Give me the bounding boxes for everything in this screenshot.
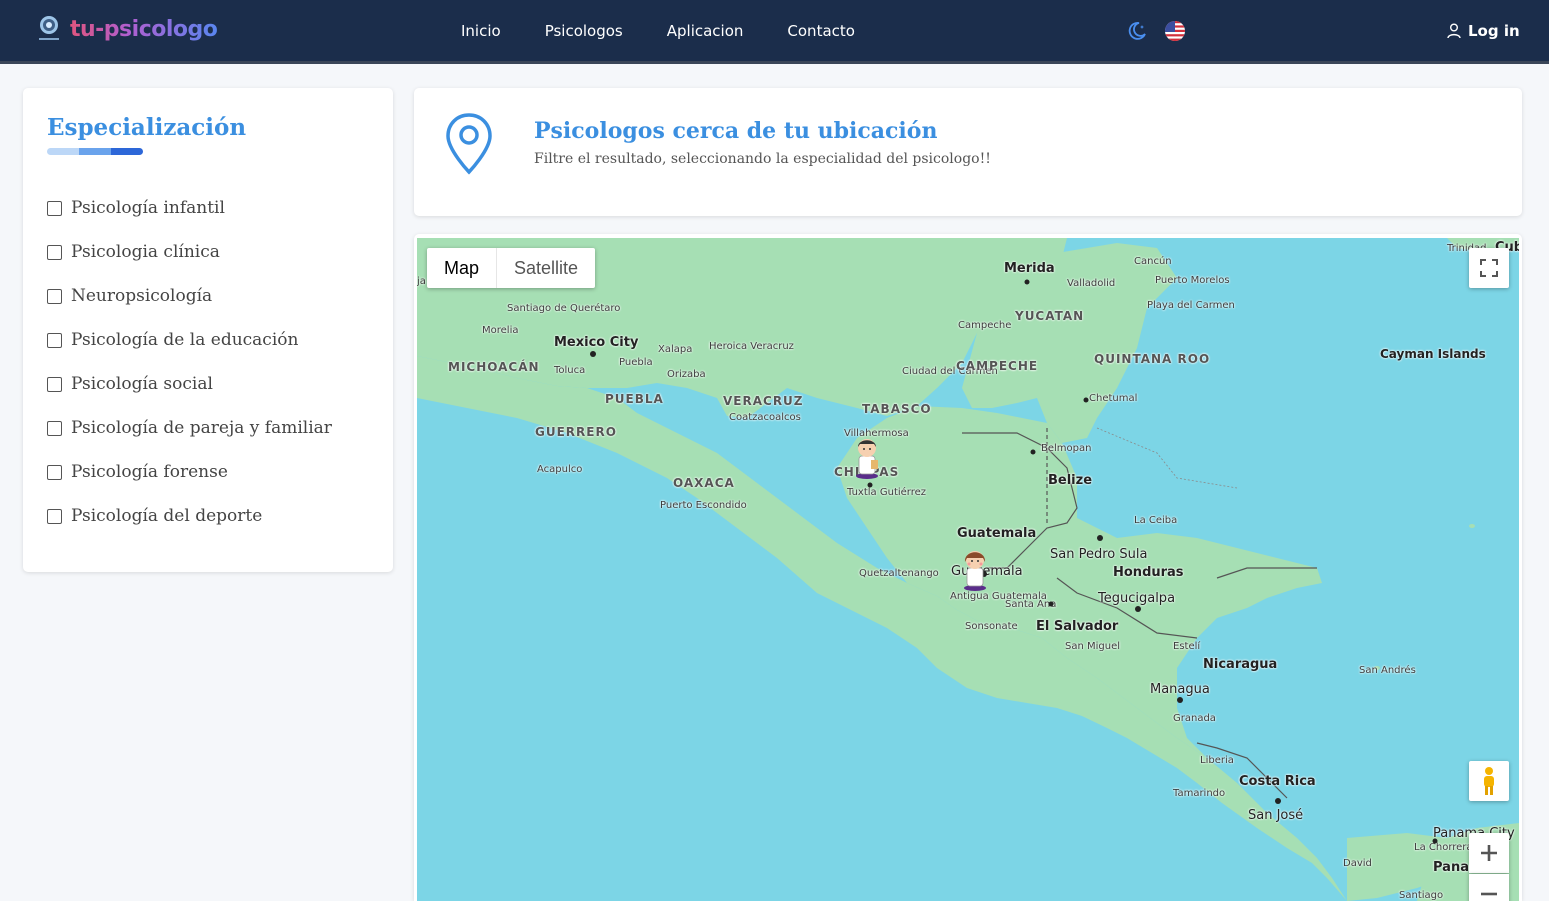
filter-checkbox[interactable]	[47, 508, 62, 524]
location-header-card: Psicologos cerca de tu ubicación Filtre …	[414, 88, 1522, 216]
brand-name: tu-psicologo	[70, 16, 218, 42]
moon-icon[interactable]	[1127, 21, 1147, 41]
us-flag-icon[interactable]	[1165, 21, 1185, 41]
filter-item[interactable]: Neuropsicología	[47, 286, 212, 306]
filter-checkbox[interactable]	[47, 420, 62, 436]
pegman-icon[interactable]	[1469, 761, 1509, 801]
brand-logo-icon	[36, 14, 62, 44]
filter-label: Psicología infantil	[71, 198, 225, 218]
filter-item[interactable]: Psicología forense	[47, 462, 228, 482]
filter-label: Neuropsicología	[71, 286, 213, 306]
location-pin-icon	[445, 112, 493, 181]
nav-links: Inicio Psicologos Aplicacion Contacto	[461, 22, 899, 40]
specialization-title: Especialización	[47, 114, 247, 141]
filter-label: Psicología del deporte	[71, 506, 263, 526]
nav-link-aplicacion[interactable]: Aplicacion	[667, 22, 744, 40]
filter-item[interactable]: Psicología infantil	[47, 198, 225, 218]
nav-link-inicio[interactable]: Inicio	[461, 22, 501, 40]
psychologist-marker[interactable]	[850, 434, 884, 480]
map-type-map-button[interactable]: Map	[427, 248, 496, 288]
page-title: Psicologos cerca de tu ubicación	[534, 118, 938, 144]
login-label: Log in	[1468, 22, 1520, 40]
psychologist-marker[interactable]	[958, 546, 992, 592]
zoom-in-icon[interactable]	[1469, 833, 1509, 873]
title-underline	[47, 148, 143, 155]
nav-link-contacto[interactable]: Contacto	[787, 22, 855, 40]
filter-checkbox[interactable]	[47, 332, 62, 348]
fullscreen-icon[interactable]	[1469, 248, 1509, 288]
specialization-panel: Especialización Psicología infantil Psic…	[23, 88, 393, 572]
map-type-satellite-button[interactable]: Satellite	[496, 248, 595, 288]
filter-label: Psicología forense	[71, 462, 228, 482]
filter-checkbox[interactable]	[47, 200, 62, 216]
filter-item[interactable]: Psicología de la educación	[47, 330, 298, 350]
navbar: tu-psicologo Inicio Psicologos Aplicacio…	[0, 0, 1549, 64]
filter-item[interactable]: Psicología de pareja y familiar	[47, 418, 332, 438]
filter-checkbox[interactable]	[47, 244, 62, 260]
filter-item[interactable]: Psicología del deporte	[47, 506, 262, 526]
page-subtitle: Filtre el resultado, seleccionando la es…	[534, 151, 991, 167]
brand[interactable]: tu-psicologo	[36, 14, 218, 44]
filter-label: Psicologia clínica	[71, 242, 220, 262]
filter-checkbox[interactable]	[47, 376, 62, 392]
filter-label: Psicología social	[71, 374, 213, 394]
map-card: Merida Cancún Valladolid Puerto Morelos …	[414, 234, 1522, 901]
filter-checkbox[interactable]	[47, 288, 62, 304]
filter-checkbox[interactable]	[47, 464, 62, 480]
filter-item[interactable]: Psicologia clínica	[47, 242, 220, 262]
map-type-control: Map Satellite	[427, 248, 596, 288]
filter-label: Psicología de pareja y familiar	[71, 418, 332, 438]
login-button[interactable]: Log in	[1447, 22, 1520, 40]
filter-label: Psicología de la educación	[71, 330, 299, 350]
zoom-out-icon[interactable]	[1469, 874, 1509, 901]
filter-item[interactable]: Psicología social	[47, 374, 213, 394]
nav-link-psicologos[interactable]: Psicologos	[545, 22, 623, 40]
user-icon	[1447, 23, 1461, 39]
map-canvas[interactable]: Merida Cancún Valladolid Puerto Morelos …	[417, 238, 1519, 901]
